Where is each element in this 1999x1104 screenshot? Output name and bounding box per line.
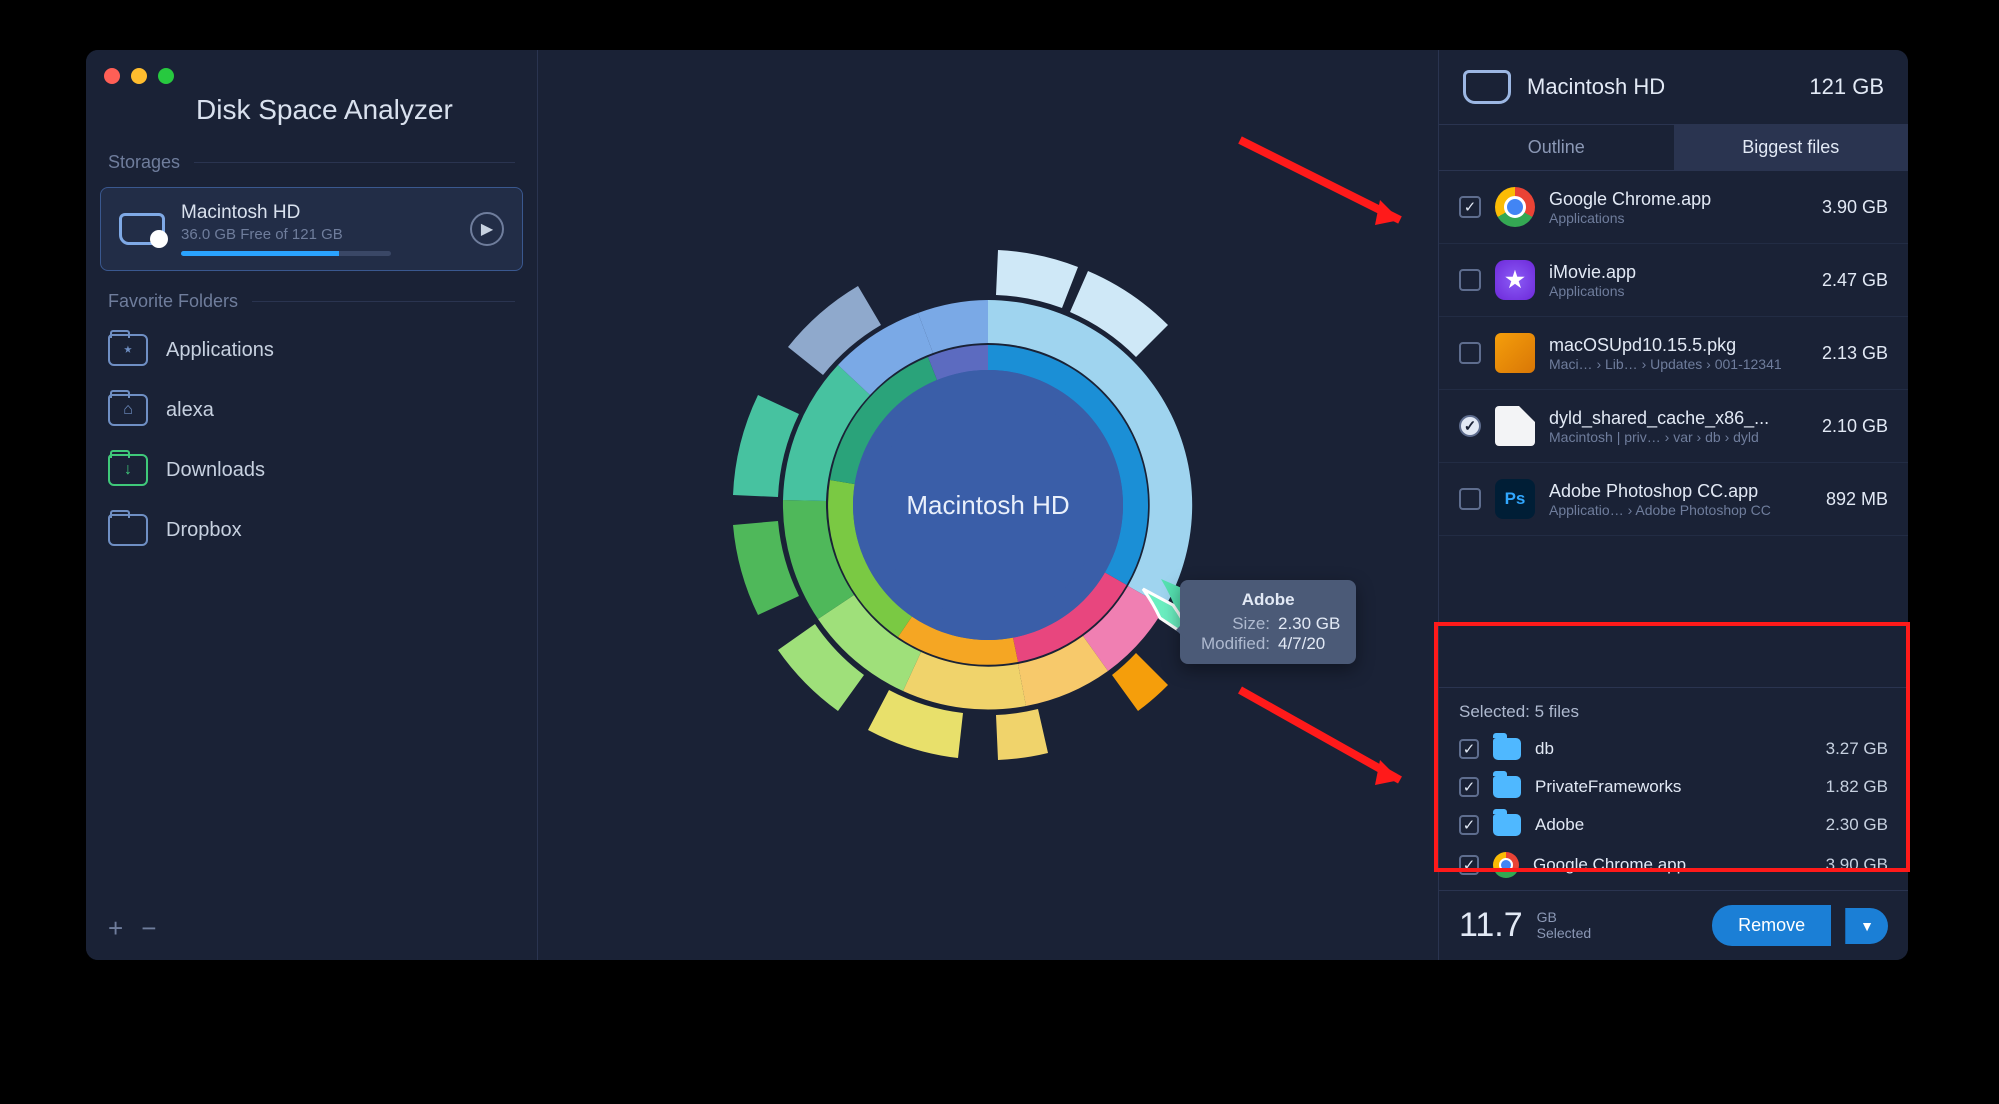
favorite-label: Applications: [166, 339, 274, 362]
close-window-button[interactable]: [104, 68, 120, 84]
tooltip-size-label: Size:: [1196, 614, 1270, 634]
tab-outline[interactable]: Outline: [1439, 125, 1674, 170]
favorite-applications[interactable]: ⭑ Applications: [86, 320, 537, 380]
file-row[interactable]: Google Chrome.app Applications 3.90 GB: [1439, 171, 1908, 244]
imovie-icon: [1495, 260, 1535, 300]
storage-name: Macintosh HD: [181, 202, 454, 224]
file-size: 3.90 GB: [1822, 197, 1888, 218]
storage-card-macintosh-hd[interactable]: Macintosh HD 36.0 GB Free of 121 GB ▶: [100, 187, 523, 271]
sunburst-chart[interactable]: Macintosh HD: [668, 185, 1308, 825]
favorites-section-label: Favorite Folders: [86, 285, 537, 320]
right-drive-name: Macintosh HD: [1527, 74, 1793, 100]
total-size-number: 11.7: [1459, 906, 1523, 945]
file-path: Applications: [1549, 283, 1808, 299]
file-size: 892 MB: [1826, 489, 1888, 510]
remove-dropdown-button[interactable]: ▼: [1845, 908, 1888, 944]
drive-icon: [1463, 70, 1511, 104]
file-name: Adobe Photoshop CC.app: [1549, 481, 1812, 502]
storage-usage-bar: [181, 251, 391, 256]
window-controls: [86, 64, 537, 94]
generic-file-icon: [1495, 406, 1535, 446]
favorite-dropbox[interactable]: Dropbox: [86, 500, 537, 560]
annotation-highlight-box: [1434, 622, 1910, 872]
dropbox-folder-icon: [108, 514, 148, 546]
file-path: Applications: [1549, 210, 1808, 226]
drive-icon: [119, 213, 165, 245]
total-size-label: Selected: [1537, 926, 1591, 941]
tooltip-size-value: 2.30 GB: [1278, 614, 1340, 634]
remove-favorite-button[interactable]: −: [141, 913, 156, 944]
minimize-window-button[interactable]: [131, 68, 147, 84]
file-name: iMovie.app: [1549, 262, 1808, 283]
file-size: 2.10 GB: [1822, 416, 1888, 437]
remove-button[interactable]: Remove: [1712, 905, 1831, 946]
bottom-bar: 11.7 GB Selected Remove ▼: [1439, 890, 1908, 960]
annotation-arrow-icon: [1230, 130, 1430, 250]
home-folder-icon: ⌂: [108, 394, 148, 426]
favorite-label: alexa: [166, 399, 214, 422]
file-size: 2.13 GB: [1822, 343, 1888, 364]
tooltip-modified-label: Modified:: [1196, 634, 1270, 654]
favorite-label: Dropbox: [166, 519, 242, 542]
hover-tooltip: Adobe Size: 2.30 GB Modified: 4/7/20: [1180, 580, 1356, 664]
file-checkbox[interactable]: [1459, 342, 1481, 364]
right-drive-size: 121 GB: [1809, 74, 1884, 100]
maximize-window-button[interactable]: [158, 68, 174, 84]
favorite-label: Downloads: [166, 459, 265, 482]
tooltip-modified-value: 4/7/20: [1278, 634, 1325, 654]
add-favorite-button[interactable]: +: [108, 913, 123, 944]
file-row[interactable]: Adobe Photoshop CC.app Applicatio… › Ado…: [1439, 463, 1908, 536]
sidebar-footer: + −: [86, 897, 537, 960]
total-size-unit: GB: [1537, 910, 1591, 925]
file-path: Macintosh | priv… › var › db › dyld: [1549, 429, 1808, 445]
file-checkbox[interactable]: [1459, 415, 1481, 437]
tab-biggest-files[interactable]: Biggest files: [1674, 125, 1909, 170]
package-icon: [1495, 333, 1535, 373]
file-name: macOSUpd10.15.5.pkg: [1549, 335, 1808, 356]
tooltip-title: Adobe: [1196, 590, 1340, 610]
storage-free-line: 36.0 GB Free of 121 GB: [181, 226, 454, 243]
right-header: Macintosh HD 121 GB: [1439, 50, 1908, 124]
chrome-icon: [1495, 187, 1535, 227]
favorite-alexa[interactable]: ⌂ alexa: [86, 380, 537, 440]
applications-folder-icon: ⭑: [108, 334, 148, 366]
scan-button[interactable]: ▶: [470, 212, 504, 246]
storage-info: Macintosh HD 36.0 GB Free of 121 GB: [181, 202, 454, 256]
file-name: Google Chrome.app: [1549, 189, 1808, 210]
file-checkbox[interactable]: [1459, 269, 1481, 291]
file-checkbox[interactable]: [1459, 196, 1481, 218]
biggest-files-list: Google Chrome.app Applications 3.90 GB i…: [1439, 171, 1908, 687]
right-tabs: Outline Biggest files: [1439, 124, 1908, 171]
file-row[interactable]: iMovie.app Applications 2.47 GB: [1439, 244, 1908, 317]
file-row[interactable]: dyld_shared_cache_x86_... Macintosh | pr…: [1439, 390, 1908, 463]
sunburst-center-label[interactable]: Macintosh HD: [853, 370, 1123, 640]
file-row[interactable]: macOSUpd10.15.5.pkg Maci… › Lib… › Updat…: [1439, 317, 1908, 390]
favorite-downloads[interactable]: ↓ Downloads: [86, 440, 537, 500]
file-path: Maci… › Lib… › Updates › 001-12341: [1549, 356, 1808, 372]
storages-section-label: Storages: [86, 146, 537, 181]
file-path: Applicatio… › Adobe Photoshop CC: [1549, 502, 1812, 518]
file-size: 2.47 GB: [1822, 270, 1888, 291]
file-checkbox[interactable]: [1459, 488, 1481, 510]
app-title: Disk Space Analyzer: [86, 94, 537, 146]
photoshop-icon: [1495, 479, 1535, 519]
file-name: dyld_shared_cache_x86_...: [1549, 408, 1808, 429]
downloads-folder-icon: ↓: [108, 454, 148, 486]
annotation-arrow-icon: [1230, 680, 1430, 810]
sidebar: Disk Space Analyzer Storages Macintosh H…: [86, 50, 538, 960]
